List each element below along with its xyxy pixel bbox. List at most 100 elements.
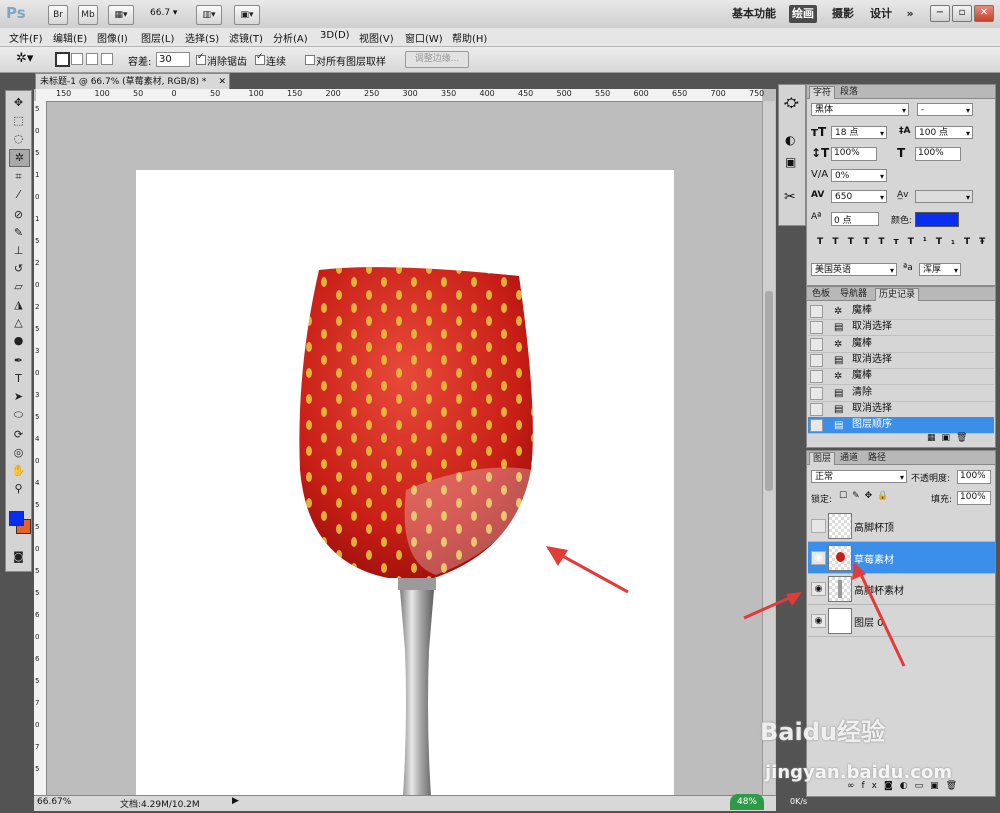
restore-icon[interactable]: ▫: [952, 5, 972, 22]
magic-wand-tool-icon[interactable]: ✲: [9, 149, 30, 167]
font-style-select[interactable]: -: [917, 103, 973, 117]
subtract-selection-icon[interactable]: [86, 53, 98, 65]
history-snapshot-box[interactable]: [810, 386, 823, 400]
menu-image[interactable]: 图像(I): [97, 30, 128, 45]
kerning-select[interactable]: [915, 190, 973, 204]
text-style-buttons[interactable]: TTTTTтT¹T₁TŦ: [817, 237, 994, 247]
antialias-method-select[interactable]: 浑厚: [919, 263, 961, 277]
brush-panel-icon[interactable]: ⛮: [784, 95, 799, 111]
foreground-color-swatch[interactable]: [9, 511, 24, 526]
faux-italic-button[interactable]: T: [832, 237, 847, 247]
history-item[interactable]: ✲ 魔棒: [808, 336, 994, 353]
status-menu-arrow-icon[interactable]: ▶: [232, 796, 239, 806]
quick-mask-icon[interactable]: ◙: [9, 549, 28, 565]
3d-rotate-tool-icon[interactable]: ⟳: [9, 427, 28, 443]
type-tool-icon[interactable]: T: [9, 371, 28, 387]
lock-icons[interactable]: ☐✎✥🔒: [839, 491, 893, 501]
zoom-status[interactable]: 66.67%: [37, 797, 71, 807]
menu-window[interactable]: 窗口(W): [405, 30, 443, 45]
font-size-select[interactable]: 18 点: [831, 126, 887, 140]
workspace-design[interactable]: 设计: [868, 5, 894, 23]
hand-tool-icon[interactable]: ✋: [9, 463, 28, 479]
tab-channels[interactable]: 通道: [837, 452, 861, 464]
history-item[interactable]: ✲ 魔棒: [808, 303, 994, 320]
font-family-select[interactable]: 黑体: [811, 103, 909, 117]
baseline-shift-input[interactable]: 0 点: [831, 212, 879, 226]
history-item[interactable]: ▤ 取消选择: [808, 352, 994, 369]
tab-character[interactable]: 字符: [809, 86, 836, 99]
tolerance-input[interactable]: 30: [156, 52, 190, 67]
screen-mode-button[interactable]: ▣▾: [234, 5, 260, 25]
history-snapshot-box[interactable]: [810, 353, 823, 367]
bridge-button[interactable]: Br: [48, 5, 68, 25]
mini-bridge-button[interactable]: Mb: [78, 5, 98, 25]
menu-3d[interactable]: 3D(D): [320, 30, 350, 41]
pen-tool-icon[interactable]: ✒: [9, 353, 28, 369]
horizontal-scale-input[interactable]: 100%: [915, 147, 961, 161]
arrange-documents-button[interactable]: ▥▾: [196, 5, 222, 25]
eraser-tool-icon[interactable]: ▱: [9, 279, 28, 295]
workspace-painting[interactable]: 绘画: [789, 5, 817, 23]
menu-select[interactable]: 选择(S): [185, 30, 219, 45]
crop-tool-icon[interactable]: ⌗: [9, 169, 28, 185]
new-selection-icon[interactable]: [55, 52, 70, 67]
workspace-essentials[interactable]: 基本功能: [730, 5, 778, 23]
small-caps-button[interactable]: Tт: [878, 237, 907, 247]
vertical-scale-input[interactable]: 100%: [831, 147, 877, 161]
layer-row[interactable]: 高脚杯顶: [808, 510, 995, 542]
history-item[interactable]: ▤ 取消选择: [808, 319, 994, 337]
tracking-select[interactable]: 650: [831, 190, 887, 204]
subscript-button[interactable]: T₁: [936, 237, 964, 247]
more-workspaces-button[interactable]: »: [902, 5, 918, 23]
minimize-icon[interactable]: −: [930, 5, 950, 22]
menu-file[interactable]: 文件(F): [9, 30, 43, 45]
clone-source-icon[interactable]: ◐: [785, 133, 795, 147]
close-icon[interactable]: ✕: [974, 5, 994, 22]
history-brush-tool-icon[interactable]: ↺: [9, 261, 28, 277]
move-tool-icon[interactable]: ✥: [9, 95, 28, 111]
tool-presets-icon[interactable]: ✂: [784, 189, 796, 205]
healing-brush-tool-icon[interactable]: ⊘: [9, 207, 28, 223]
history-snapshot-box[interactable]: [810, 337, 823, 351]
underline-button[interactable]: T: [964, 237, 979, 247]
menu-analysis[interactable]: 分析(A): [273, 30, 308, 45]
blend-mode-select[interactable]: 正常: [811, 470, 907, 484]
menu-edit[interactable]: 编辑(E): [53, 30, 87, 45]
clone-stamp-tool-icon[interactable]: ⊥: [9, 243, 28, 259]
dodge-tool-icon[interactable]: ●: [9, 333, 28, 349]
antialias-checkbox[interactable]: [196, 52, 206, 65]
history-snapshot-box[interactable]: [810, 305, 823, 318]
tab-history[interactable]: 历史记录: [875, 288, 920, 301]
history-footer-icons[interactable]: ▦▣🗑: [927, 433, 973, 443]
view-extras-button[interactable]: ▦▾: [108, 5, 134, 25]
zoom-tool-icon[interactable]: ⚲: [9, 481, 28, 497]
visibility-eye-icon[interactable]: [811, 519, 826, 533]
superscript-button[interactable]: T¹: [908, 237, 936, 247]
canvas[interactable]: [136, 170, 674, 810]
tab-layers[interactable]: 图层: [809, 452, 836, 465]
history-snapshot-box[interactable]: [810, 321, 823, 335]
tab-paragraph[interactable]: 段落: [837, 86, 861, 98]
brush-tool-icon[interactable]: ✎: [9, 225, 28, 241]
all-caps-button[interactable]: TT: [848, 237, 879, 247]
3d-orbit-tool-icon[interactable]: ◎: [9, 445, 28, 461]
history-snapshot-box[interactable]: [810, 370, 823, 384]
contiguous-checkbox[interactable]: [255, 52, 265, 65]
path-selection-tool-icon[interactable]: ➤: [9, 389, 28, 405]
shape-tool-icon[interactable]: ⬭: [9, 407, 28, 423]
lasso-tool-icon[interactable]: ◌: [9, 131, 28, 147]
opacity-input[interactable]: 100%: [957, 470, 991, 484]
faux-bold-button[interactable]: T: [817, 237, 832, 247]
adjustments-icon[interactable]: ▣: [785, 155, 796, 169]
tab-navigator[interactable]: 导航器: [837, 288, 870, 300]
language-select[interactable]: 美国英语: [811, 263, 897, 277]
menu-layer[interactable]: 图层(L): [141, 30, 174, 45]
fill-input[interactable]: 100%: [957, 491, 991, 505]
paint-bucket-tool-icon[interactable]: ◮: [9, 297, 28, 313]
vertical-scrollbar[interactable]: [762, 101, 775, 795]
char-scale-select[interactable]: 0%: [831, 169, 887, 183]
scroll-thumb[interactable]: [765, 291, 773, 491]
menu-help[interactable]: 帮助(H): [452, 30, 487, 45]
history-item[interactable]: ▤ 取消选择: [808, 401, 994, 418]
blur-tool-icon[interactable]: △: [9, 315, 28, 331]
